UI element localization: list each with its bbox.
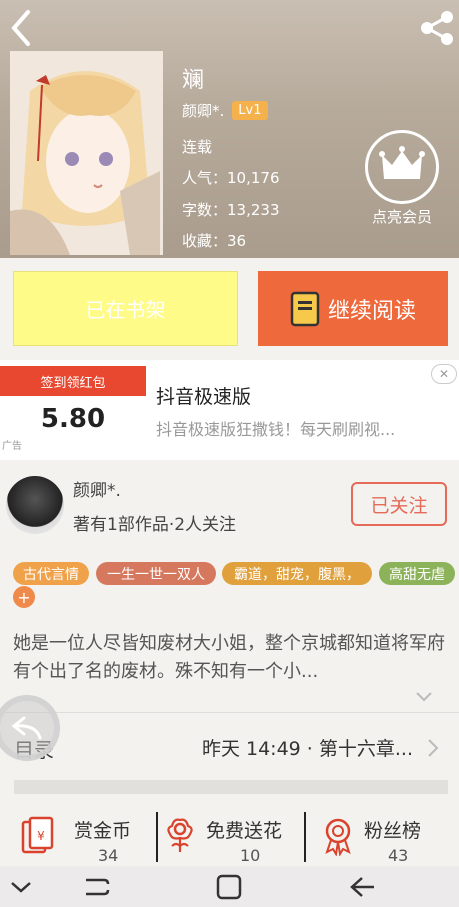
tag-item[interactable]: 霸道，甜宠，腹黑， [222,562,372,585]
ad-title[interactable]: 抖音极速版 [156,382,251,409]
svg-text:¥: ¥ [37,829,45,843]
add-tag-button[interactable]: + [13,586,35,608]
fan-ranking-count: 43 [388,846,409,865]
crown-icon [365,130,439,204]
tag-item[interactable]: 高甜无虐 [379,562,455,585]
word-count-value: 13,233 [227,201,280,219]
author-card-info: 著有1部作品·2人关注 [73,515,237,535]
book-description[interactable]: 她是一位人尽皆知废材大小姐，整个京城都知道将军府有个出了名的废材。殊不知有一个小… [13,630,449,686]
share-icon[interactable] [417,8,457,48]
vip-button[interactable]: 点亮会员 [364,130,440,227]
chevron-right-icon [427,738,439,758]
flower-icon [162,816,198,856]
tag-label: 高甜无虐 [389,566,445,583]
ad-image[interactable]: 签到领红包 5.80 广告 [0,366,146,454]
author-row[interactable]: 颜卿*. Lv1 [182,100,268,121]
word-count-label: 字数： [182,201,228,219]
reward-coins-button[interactable]: ¥ 赏金币 34 [20,806,160,866]
nav-back-icon[interactable] [348,874,378,900]
tag-label: 古代言情 [23,566,79,583]
divider [0,712,459,713]
tag-label: 霸道，甜宠，腹黑， [234,566,360,583]
favorites-value: 36 [227,232,247,250]
tag-list: 古代言情 一生一世一双人 霸道，甜宠，腹黑， 高甜无虐 + [0,556,459,612]
fan-ranking-label: 粉丝榜 [364,820,422,842]
ad-banner-top: 签到领红包 [0,366,146,396]
section-spacer [14,780,448,794]
interaction-row: ¥ 赏金币 34 免费送花 10 粉丝榜 43 [0,806,459,866]
book-title: 斓 [182,68,205,93]
add-to-shelf-button[interactable]: 已在书架 [13,271,238,346]
home-icon[interactable] [214,874,244,900]
catalog-row[interactable]: 目录 昨天 14:49 · 第十六章... [0,714,459,780]
separator [156,812,158,862]
author-name[interactable]: 颜卿*. [182,100,224,121]
medal-icon [320,816,356,857]
ad-amount: 5.80 [40,404,106,434]
read-label: 继续阅读 [327,298,416,324]
favorites-label: 收藏： [182,232,228,250]
system-nav-bar [0,866,459,907]
close-icon[interactable]: ✕ [431,364,457,384]
book-icon [290,291,320,327]
continue-reading-button[interactable]: 继续阅读 [258,271,448,346]
book-header: 斓 颜卿*. Lv1 连载 人气：10,176 字数：13,233 收藏：36 … [0,0,459,258]
latest-chapter: 昨天 14:49 · 第十六章... [201,738,413,760]
word-count-stat: 字数：13,233 [182,199,280,220]
ad-description[interactable]: 抖音极速版狂撒钱！每天刷刷视... [156,416,426,440]
vip-label: 点亮会员 [371,208,432,226]
author-card[interactable]: 颜卿*. 著有1部作品·2人关注 已关注 [0,462,459,554]
popularity-value: 10,176 [227,169,280,187]
separator [304,812,306,862]
action-row: 已在书架 继续阅读 [0,258,459,360]
shelf-label: 已在书架 [85,298,166,322]
follow-button[interactable]: 已关注 [351,482,447,526]
author-card-name[interactable]: 颜卿*. [73,476,121,501]
tag-item[interactable]: 古代言情 [13,562,89,585]
chevron-down-icon[interactable] [415,688,433,702]
avatar[interactable] [6,476,64,534]
popularity-label: 人气： [182,169,228,187]
reward-coins-label: 赏金币 [74,820,132,842]
free-flowers-count: 10 [240,846,261,865]
back-icon[interactable] [6,8,36,48]
serial-status: 连载 [182,138,213,156]
chevron-down-icon[interactable] [6,874,36,900]
ad-banner[interactable]: 签到领红包 5.80 广告 抖音极速版 抖音极速版狂撒钱！每天刷刷视... ✕ [0,360,459,460]
free-flowers-button[interactable]: 免费送花 10 [162,806,302,866]
recent-apps-icon[interactable] [82,874,112,900]
tag-item[interactable]: 一生一世一双人 [96,562,216,585]
fan-ranking-button[interactable]: 粉丝榜 43 [320,806,450,866]
free-flowers-label: 免费送花 [206,820,283,842]
favorites-stat: 收藏：36 [182,230,246,251]
level-badge: Lv1 [232,101,268,120]
tag-label: 一生一世一双人 [107,566,205,583]
red-envelope-icon: ¥ [20,816,56,856]
follow-label: 已关注 [370,494,428,517]
ad-tag: 广告 [2,441,22,452]
popularity-stat: 人气：10,176 [182,167,280,188]
book-cover[interactable] [10,51,163,255]
reward-coins-count: 34 [98,846,119,865]
